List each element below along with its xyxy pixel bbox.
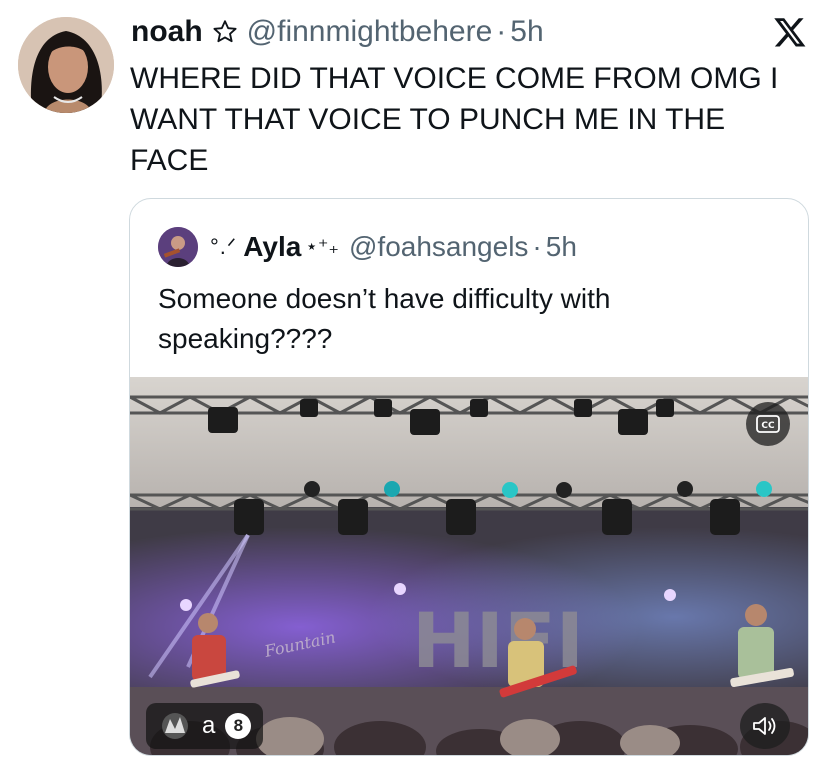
volume-button[interactable] bbox=[740, 703, 790, 749]
author-display-name[interactable]: noah bbox=[131, 14, 203, 50]
separator-dot: · bbox=[496, 15, 507, 48]
quoted-author-avatar[interactable] bbox=[158, 227, 198, 267]
speaker-icon bbox=[753, 717, 776, 735]
video-frame: HIFI Fountain bbox=[130, 377, 808, 755]
quoted-tweet-card[interactable]: °.ᐟ Ayla ⋆⁺₊ @foahsangels · 5h Someone d… bbox=[129, 198, 809, 756]
star-icon bbox=[211, 18, 239, 46]
tweet-timestamp[interactable]: 5h bbox=[510, 14, 543, 50]
quoted-author-display-name[interactable]: Ayla bbox=[243, 230, 301, 264]
quoted-tweet-timestamp[interactable]: 5h bbox=[546, 230, 577, 264]
captions-button[interactable]: CC bbox=[746, 402, 790, 446]
viewer-badge: 8 bbox=[225, 713, 252, 739]
captions-icon: CC bbox=[756, 415, 780, 433]
author-avatar[interactable] bbox=[18, 17, 114, 113]
viewer-label: a bbox=[202, 712, 216, 739]
tweet-text: WHERE DID THAT VOICE COME FROM OMG I WAN… bbox=[130, 62, 779, 177]
viewer-pill: a 8 bbox=[146, 703, 264, 749]
quoted-tweet-text: Someone doesn’t have difficulty with spe… bbox=[158, 283, 611, 354]
tweet-header: noah @finnmightbehere · 5h bbox=[131, 14, 544, 50]
name-decoration-suffix: ⋆⁺₊ bbox=[305, 236, 339, 258]
quoted-author-handle[interactable]: @foahsangels bbox=[349, 230, 528, 264]
video-player[interactable]: HIFI Fountain CC a 8 bbox=[130, 377, 808, 755]
quoted-tweet-header: °.ᐟ Ayla ⋆⁺₊ @foahsangels · 5h bbox=[158, 227, 577, 267]
captions-label: CC bbox=[761, 421, 775, 431]
author-handle[interactable]: @finnmightbehere bbox=[247, 14, 493, 50]
author-avatar-image bbox=[18, 17, 114, 113]
viewer-avatar-icon bbox=[162, 713, 188, 739]
name-decoration-prefix: °.ᐟ bbox=[210, 234, 238, 259]
quoted-author-avatar-image bbox=[158, 227, 198, 267]
separator-dot: · bbox=[532, 231, 542, 262]
x-logo-icon bbox=[772, 15, 808, 49]
